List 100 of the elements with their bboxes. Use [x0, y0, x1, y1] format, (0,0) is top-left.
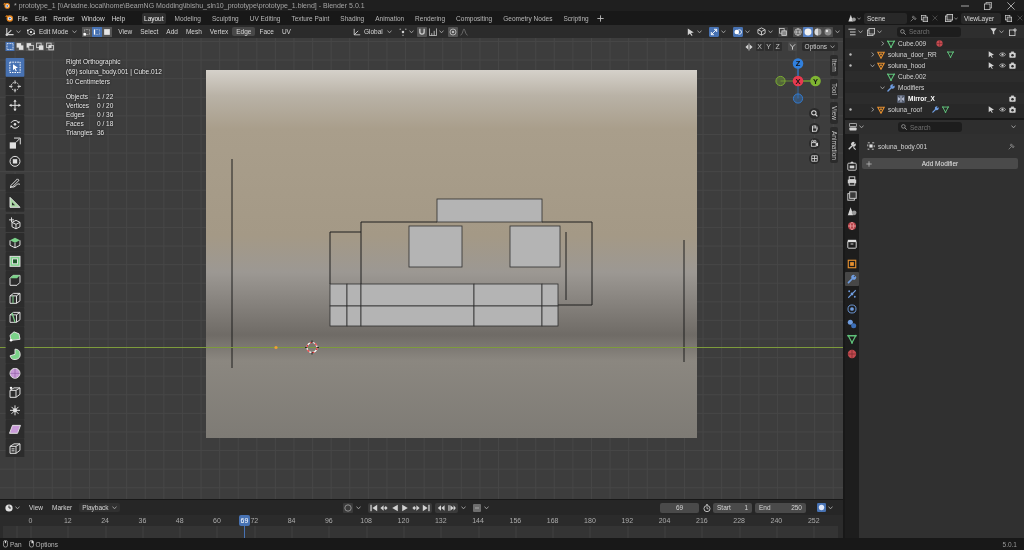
inset-square-icon[interactable]	[5, 251, 25, 271]
chevron-down-icon[interactable]	[408, 29, 414, 34]
triangle-mesh-icon[interactable]	[845, 332, 859, 346]
minus-square-icon[interactable]	[471, 502, 482, 513]
nested-squares-icon[interactable]	[5, 133, 25, 153]
stacked-squares-icon[interactable]	[845, 189, 859, 203]
funnel-icon[interactable]	[990, 28, 997, 35]
dot-icon[interactable]	[849, 53, 852, 56]
chevron-right-icon[interactable]	[881, 41, 885, 46]
cube-lines-icon[interactable]	[5, 438, 25, 458]
particles-icon[interactable]	[845, 287, 859, 301]
panels-icon[interactable]	[849, 123, 857, 131]
chevron-down-icon[interactable]	[830, 44, 835, 49]
ring-dot-icon[interactable]	[845, 302, 859, 316]
chevron-down-icon[interactable]	[111, 505, 117, 510]
sphere-icon[interactable]	[845, 347, 859, 361]
chevron-down-icon[interactable]	[438, 29, 444, 34]
circle-tile-icon[interactable]	[817, 503, 826, 512]
mesh-face[interactable]	[509, 225, 561, 268]
diagonal-arrows-icon[interactable]	[709, 26, 719, 37]
cone-sphere-icon[interactable]	[848, 14, 856, 22]
copy-icon[interactable]	[921, 14, 928, 22]
chevron-down-icon[interactable]	[1011, 125, 1016, 129]
chevron-down-icon[interactable]	[768, 29, 773, 34]
eye-icon[interactable]	[998, 51, 1006, 58]
camera-icon[interactable]	[1009, 106, 1016, 113]
vertex-select-icon[interactable]	[82, 26, 93, 37]
pin-icon[interactable]	[1008, 142, 1015, 150]
skip-start-icon[interactable]	[369, 503, 378, 512]
camera-icon[interactable]	[845, 159, 859, 173]
parallelogram-icon[interactable]	[5, 420, 25, 439]
cube-plus-icon[interactable]	[5, 213, 25, 233]
select-box-icon[interactable]	[5, 58, 25, 77]
eye-icon[interactable]	[998, 106, 1006, 113]
next-keyframe-icon[interactable]	[411, 503, 420, 512]
camera-icon[interactable]	[1009, 95, 1016, 102]
mesh-face[interactable]	[408, 225, 463, 268]
camera-icon[interactable]	[1009, 51, 1016, 58]
play-reverse-icon[interactable]	[390, 503, 399, 512]
mesh-face[interactable]	[360, 305, 475, 327]
globe-icon[interactable]	[845, 219, 859, 233]
axes-icon[interactable]	[5, 27, 14, 36]
cube-top-icon[interactable]	[5, 233, 25, 252]
pointer-icon[interactable]	[988, 106, 995, 113]
stacked-squares-icon[interactable]	[867, 27, 875, 36]
dot-icon[interactable]	[849, 64, 852, 67]
hand-icon[interactable]	[809, 122, 820, 134]
shaded-sphere-icon[interactable]	[813, 26, 823, 37]
camera-icon[interactable]	[1009, 62, 1016, 69]
chevron-down-icon[interactable]	[355, 505, 361, 510]
chevron-down-icon[interactable]	[386, 29, 392, 34]
magnet-icon[interactable]	[416, 26, 427, 37]
wireframe-sphere-icon[interactable]	[793, 26, 803, 37]
chevron-right-icon[interactable]	[871, 107, 875, 112]
clock-icon[interactable]	[5, 503, 13, 512]
mesh-edge[interactable]	[683, 239, 685, 363]
plus-icon[interactable]	[597, 14, 605, 22]
chevron-down-icon[interactable]	[858, 29, 863, 34]
polygon-icon[interactable]	[5, 326, 25, 346]
overlapping-squares-icon[interactable]	[778, 26, 788, 37]
dashed-square-icon[interactable]	[5, 42, 15, 51]
mesh-face[interactable]	[473, 305, 543, 327]
cube-stripe-icon[interactable]	[5, 289, 25, 308]
eye-icon[interactable]	[998, 62, 1006, 69]
mesh-face[interactable]	[360, 283, 475, 307]
chevron-down-icon[interactable]	[721, 29, 726, 34]
cube-slash-icon[interactable]	[5, 307, 25, 327]
pointer-icon[interactable]	[988, 51, 995, 58]
restore-icon[interactable]	[984, 1, 992, 10]
fork-icon[interactable]	[787, 42, 797, 51]
stacked-squares-icon[interactable]	[945, 14, 953, 22]
mesh-face[interactable]	[541, 283, 559, 307]
list-icon[interactable]	[848, 27, 856, 36]
mesh-face[interactable]	[541, 305, 559, 327]
skip-end-icon[interactable]	[422, 503, 431, 512]
axis-handle[interactable]	[775, 75, 786, 87]
mesh-face[interactable]	[346, 305, 362, 327]
pointer-icon[interactable]	[988, 62, 995, 69]
chevron-down-icon[interactable]	[697, 29, 702, 34]
app-logo-icon[interactable]	[5, 14, 13, 22]
wrench-icon[interactable]	[845, 272, 859, 286]
box-icon[interactable]	[845, 237, 859, 251]
rotate-arrows-icon[interactable]	[5, 115, 25, 134]
solid-sphere-icon[interactable]	[803, 26, 813, 37]
pencil-icon[interactable]	[5, 174, 25, 193]
chevron-down-icon[interactable]	[745, 29, 750, 34]
linked-circles-icon[interactable]	[845, 317, 859, 331]
framed-square-icon[interactable]	[845, 257, 859, 271]
crosshair-ring-icon[interactable]	[304, 340, 320, 355]
printer-icon[interactable]	[845, 174, 859, 188]
dot-icon[interactable]	[849, 108, 852, 111]
chevron-down-icon[interactable]	[870, 63, 875, 68]
chevron-down-icon[interactable]	[15, 505, 20, 510]
mesh-face[interactable]	[473, 283, 543, 307]
pie-icon[interactable]	[5, 345, 25, 364]
chevron-down-icon[interactable]	[880, 85, 885, 90]
chevron-down-icon[interactable]	[877, 29, 882, 34]
chevron-down-icon[interactable]	[72, 29, 78, 34]
stopwatch-icon[interactable]	[703, 503, 711, 512]
cube-wire-icon[interactable]	[757, 27, 766, 36]
